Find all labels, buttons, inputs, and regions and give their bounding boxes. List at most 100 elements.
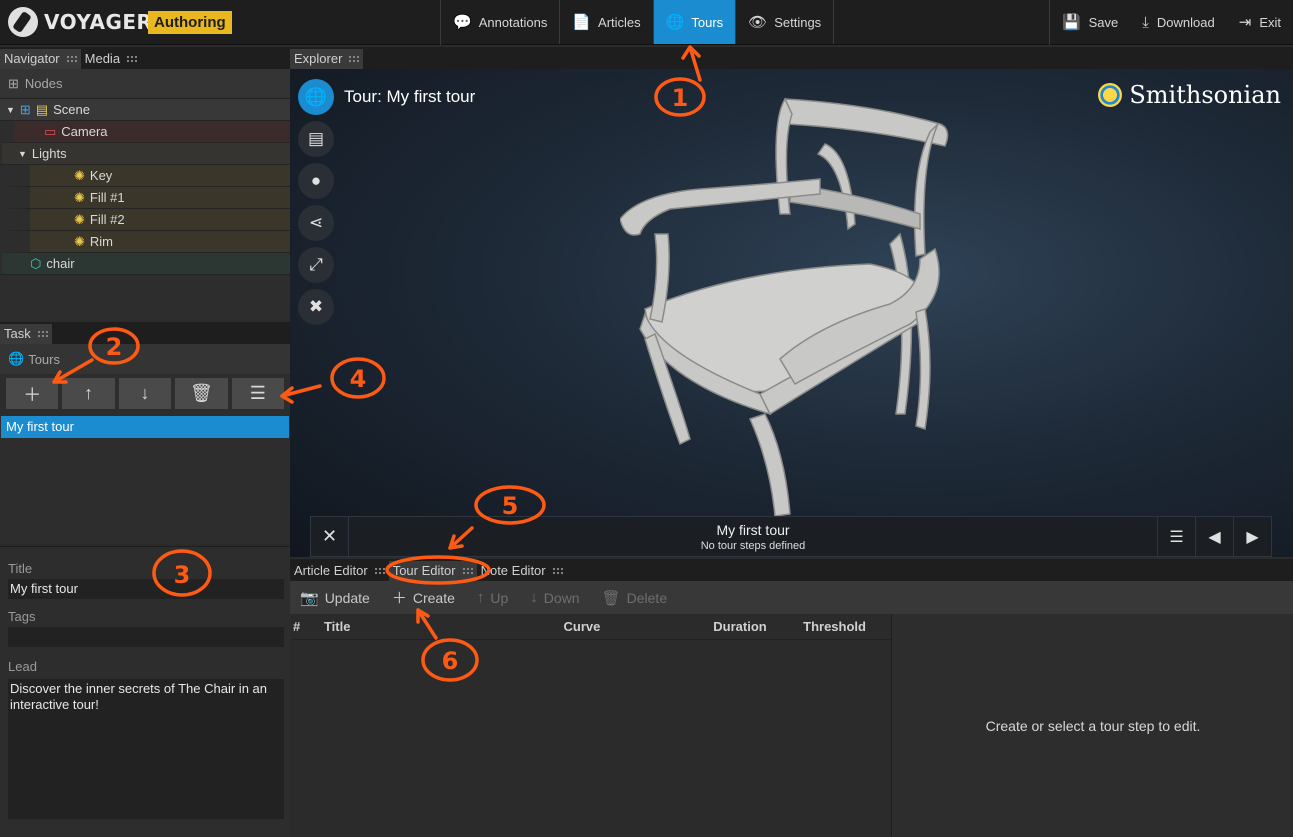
- tour-list-item[interactable]: My first tour: [1, 416, 289, 438]
- editor-tabbar: Article Editor Tour Editor Note Editor: [290, 559, 1293, 581]
- nav-label: Annotations: [478, 14, 548, 30]
- empty-hint: Create or select a tour step to edit.: [985, 717, 1201, 734]
- tour-menu-button[interactable]: ☰: [231, 378, 285, 409]
- column-header-title[interactable]: Title: [324, 619, 564, 634]
- previous-step-button[interactable]: ◀: [1195, 517, 1233, 556]
- drag-grip-icon[interactable]: [36, 329, 48, 339]
- tab-label: Task: [4, 326, 31, 341]
- tab-label: Note Editor: [480, 563, 546, 578]
- trash-icon: 🗑: [601, 589, 621, 607]
- nav-settings[interactable]: 👁 Settings: [736, 0, 835, 44]
- lightbulb-icon: ✺: [74, 233, 85, 249]
- drag-grip-icon[interactable]: [373, 566, 385, 576]
- button-label: Delete: [626, 589, 668, 606]
- close-icon: ✕: [321, 526, 338, 546]
- column-header-duration[interactable]: Duration: [713, 619, 803, 634]
- share-icon: ⋖: [308, 213, 324, 232]
- next-step-button[interactable]: ▶: [1233, 517, 1271, 556]
- tree-label: Key: [89, 168, 113, 183]
- create-step-button[interactable]: ＋ Create: [392, 587, 455, 608]
- nav-annotations[interactable]: 💬 Annotations: [441, 0, 561, 44]
- nav-label: Settings: [774, 14, 822, 30]
- tab-navigator[interactable]: Navigator: [0, 49, 81, 69]
- drag-grip-icon[interactable]: [461, 566, 473, 576]
- drag-grip-icon[interactable]: [348, 54, 360, 64]
- hierarchy-icon: ⊞: [8, 75, 19, 91]
- tour-status: My first tour No tour steps defined: [349, 517, 1157, 556]
- lightbulb-icon: ✺: [74, 167, 85, 183]
- plus-icon: ＋: [23, 384, 42, 405]
- add-tour-button[interactable]: ＋: [6, 378, 59, 409]
- tags-field[interactable]: [8, 627, 284, 647]
- move-step-up-button[interactable]: ↑ Up: [477, 589, 508, 606]
- tree-node-light-rim[interactable]: ✺ Rim: [0, 231, 290, 253]
- move-tour-down-button[interactable]: ↓: [118, 378, 172, 409]
- title-field[interactable]: My first tour: [8, 579, 284, 599]
- download-button[interactable]: ⤓ Download: [1130, 0, 1226, 44]
- tree-label: Fill #2: [89, 212, 125, 227]
- annotation-tool-button[interactable]: ●: [298, 163, 334, 199]
- tour-properties: Title My first tour Tags Lead Discover t…: [0, 546, 290, 837]
- lightbulb-icon: ✺: [74, 211, 85, 227]
- caret-down-icon[interactable]: ▼: [6, 105, 15, 115]
- exit-button[interactable]: ⇥ Exit: [1227, 0, 1293, 44]
- caret-down-icon[interactable]: ▼: [18, 149, 27, 159]
- tour-menu-button[interactable]: ☰: [1157, 517, 1195, 556]
- delete-tour-button[interactable]: 🗑: [175, 378, 228, 409]
- tab-tour-editor[interactable]: Tour Editor: [388, 561, 477, 581]
- delete-step-button[interactable]: 🗑 Delete: [602, 589, 668, 607]
- tab-article-editor[interactable]: Article Editor: [290, 561, 389, 581]
- button-label: Down: [543, 589, 580, 606]
- save-button[interactable]: 💾 Save: [1050, 0, 1130, 44]
- chair-model[interactable]: [620, 84, 950, 524]
- app-name: VOYAGER: [44, 10, 153, 34]
- close-tour-button[interactable]: ✕: [311, 517, 349, 556]
- update-step-button[interactable]: 📷 Update: [300, 589, 370, 607]
- comment-icon: ●: [310, 171, 322, 190]
- fullscreen-tool-button[interactable]: ⤢: [298, 247, 334, 283]
- tree-node-light-fill2[interactable]: ✺ Fill #2: [0, 209, 290, 231]
- button-label: Up: [490, 589, 509, 606]
- tour-title: Tour: My first tour: [344, 87, 476, 106]
- column-header-curve[interactable]: Curve: [564, 619, 714, 634]
- download-label: Download: [1156, 14, 1215, 30]
- move-step-down-button[interactable]: ↓ Down: [530, 589, 579, 606]
- tab-label: Tour Editor: [392, 563, 456, 578]
- column-header-number[interactable]: #: [290, 619, 324, 634]
- tree-node-light-fill1[interactable]: ✺ Fill #1: [0, 187, 290, 209]
- task-tabbar: Task: [0, 322, 290, 344]
- drag-grip-icon[interactable]: [551, 566, 563, 576]
- voyager-logo-icon: [8, 7, 38, 37]
- tab-media[interactable]: Media: [81, 49, 141, 69]
- tab-task[interactable]: Task: [0, 324, 52, 344]
- button-label: Update: [324, 589, 370, 606]
- drag-grip-icon[interactable]: [65, 54, 77, 64]
- tab-label: Explorer: [294, 51, 343, 66]
- tour-step-status: No tour steps defined: [700, 540, 806, 552]
- article-tool-button[interactable]: ▤: [298, 121, 334, 157]
- cube-icon: ⬡: [30, 255, 42, 271]
- tree-node-lights[interactable]: ▼ Lights: [0, 143, 290, 165]
- chevron-right-icon: ▶: [1246, 528, 1259, 546]
- table-header: # Title Curve Duration Threshold: [290, 614, 891, 640]
- tab-note-editor[interactable]: Note Editor: [477, 561, 567, 581]
- tour-globe-button[interactable]: 🌐: [298, 79, 334, 115]
- lead-field[interactable]: Discover the inner secrets of The Chair …: [8, 679, 284, 819]
- tools-button[interactable]: ✖: [298, 289, 334, 325]
- nav-articles[interactable]: 📄 Articles: [560, 0, 654, 44]
- tree-node-chair[interactable]: ⬡ chair: [0, 253, 290, 275]
- explorer-viewport[interactable]: 🌐 Tour: My first tour ▤ ● ⋖ ⤢ ✖ Smithson…: [290, 69, 1293, 557]
- column-header-threshold[interactable]: Threshold: [803, 619, 891, 634]
- tours-title: Tours: [28, 351, 60, 367]
- tab-explorer[interactable]: Explorer: [290, 49, 364, 69]
- arrow-up-icon: ↑: [476, 589, 485, 606]
- save-icon: 💾: [1061, 14, 1081, 31]
- tree-node-camera[interactable]: ▭ Camera: [0, 121, 290, 143]
- nav-tours[interactable]: 🌐 Tours: [653, 0, 737, 44]
- drag-grip-icon[interactable]: [126, 54, 138, 64]
- tree-node-scene[interactable]: ▼ ⊞ ▤ Scene: [0, 99, 290, 121]
- move-tour-up-button[interactable]: ↑: [62, 378, 115, 409]
- tree-label: chair: [46, 256, 75, 271]
- share-tool-button[interactable]: ⋖: [298, 205, 334, 241]
- tree-node-light-key[interactable]: ✺ Key: [0, 165, 290, 187]
